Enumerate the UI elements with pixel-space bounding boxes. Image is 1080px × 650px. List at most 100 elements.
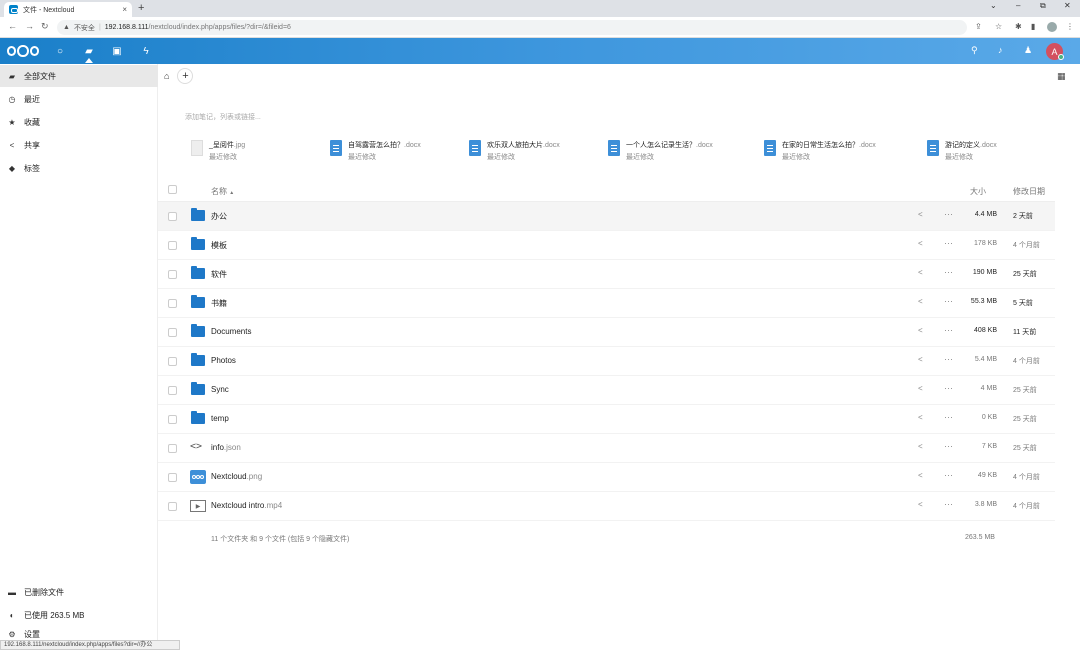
maximize-icon[interactable]: ⧉ bbox=[1040, 1, 1046, 11]
recent-file[interactable]: _呈阅件.jpg 最近修改 bbox=[191, 140, 245, 166]
row-checkbox[interactable] bbox=[168, 270, 177, 279]
share-icon[interactable]: < bbox=[918, 239, 923, 248]
file-name[interactable]: 书籍 bbox=[211, 298, 227, 309]
share-icon[interactable]: < bbox=[918, 355, 923, 364]
row-checkbox[interactable] bbox=[168, 444, 177, 453]
table-row[interactable]: Documents < ··· 408 KB 11 天前 bbox=[158, 318, 1055, 347]
sidebar-item-deleted-files[interactable]: ▬ 已删除文件 bbox=[0, 581, 158, 603]
extensions-puzzle-icon[interactable]: ✱ bbox=[1015, 22, 1022, 31]
file-name[interactable]: info.json bbox=[211, 443, 241, 452]
share-icon[interactable]: < bbox=[918, 326, 923, 335]
new-file-button[interactable]: + bbox=[177, 68, 194, 84]
address-bar[interactable]: ▲ 不安全 | 192.168.8.111/nextcloud/index.ph… bbox=[57, 20, 967, 35]
file-name[interactable]: Photos bbox=[211, 356, 236, 365]
more-actions-icon[interactable]: ··· bbox=[944, 354, 953, 364]
share-icon[interactable]: < bbox=[918, 297, 923, 306]
more-actions-icon[interactable]: ··· bbox=[944, 325, 953, 335]
file-name[interactable]: 模板 bbox=[211, 240, 227, 251]
photos-app-icon[interactable]: ▣ bbox=[110, 44, 124, 58]
row-checkbox[interactable] bbox=[168, 357, 177, 366]
row-checkbox[interactable] bbox=[168, 473, 177, 482]
sidebar-item-recent[interactable]: ◷ 最近 bbox=[0, 88, 158, 110]
select-all-checkbox[interactable] bbox=[168, 185, 177, 194]
file-name[interactable]: Documents bbox=[211, 327, 251, 336]
minimize-icon[interactable]: – bbox=[1016, 1, 1020, 10]
share-icon[interactable]: < bbox=[918, 384, 923, 393]
table-row[interactable]: Nextcloud.png < ··· 49 KB 4 个月前 bbox=[158, 463, 1055, 492]
bookmark-star-icon[interactable]: ☆ bbox=[995, 22, 1002, 31]
more-actions-icon[interactable]: ··· bbox=[944, 209, 953, 219]
new-tab-button[interactable]: + bbox=[138, 2, 144, 14]
dashboard-icon[interactable]: ○ bbox=[53, 44, 67, 58]
table-row[interactable]: 办公 < ··· 4.4 MB 2 天前 bbox=[158, 202, 1055, 231]
file-name[interactable]: 软件 bbox=[211, 269, 227, 280]
more-actions-icon[interactable]: ··· bbox=[944, 412, 953, 422]
share-icon[interactable]: < bbox=[918, 413, 923, 422]
close-window-icon[interactable]: ✕ bbox=[1064, 1, 1071, 10]
file-name[interactable]: temp bbox=[211, 414, 229, 423]
more-actions-icon[interactable]: ··· bbox=[944, 441, 953, 451]
tab-close-button[interactable]: × bbox=[122, 5, 127, 14]
browser-menu-icon[interactable]: ⋮ bbox=[1066, 22, 1074, 31]
share-icon[interactable]: < bbox=[918, 500, 923, 509]
column-modified-header[interactable]: 修改日期 bbox=[1013, 186, 1045, 197]
share-icon[interactable]: < bbox=[918, 471, 923, 480]
sidebar-item-shares[interactable]: < 共享 bbox=[0, 134, 158, 156]
recent-file[interactable]: 游记的定义.docx 最近修改 bbox=[927, 140, 997, 166]
file-name[interactable]: Nextcloud intro.mp4 bbox=[211, 501, 282, 510]
grid-view-icon[interactable]: ▦ bbox=[1057, 71, 1066, 82]
files-app-icon[interactable]: ▰ bbox=[82, 44, 96, 58]
recent-file[interactable]: 自驾露营怎么拍？.docx 最近修改 bbox=[330, 140, 421, 166]
row-checkbox[interactable] bbox=[168, 386, 177, 395]
browser-tab[interactable]: 文件 - Nextcloud × bbox=[4, 2, 132, 17]
search-icon[interactable]: ⚲ bbox=[971, 45, 978, 56]
row-checkbox[interactable] bbox=[168, 415, 177, 424]
sidebar-item-all-files[interactable]: ▰ 全部文件 bbox=[0, 65, 158, 87]
file-name[interactable]: Nextcloud.png bbox=[211, 472, 262, 481]
forward-arrow-icon[interactable]: → bbox=[25, 21, 34, 31]
table-row[interactable]: temp < ··· 0 KB 25 天前 bbox=[158, 405, 1055, 434]
share-icon[interactable]: < bbox=[918, 442, 923, 451]
notifications-bell-icon[interactable]: ♪ bbox=[998, 45, 1003, 55]
more-actions-icon[interactable]: ··· bbox=[944, 238, 953, 248]
row-checkbox[interactable] bbox=[168, 328, 177, 337]
share-page-icon[interactable]: ⇪ bbox=[975, 22, 982, 31]
contacts-icon[interactable]: ♟ bbox=[1024, 45, 1032, 56]
back-arrow-icon[interactable]: ← bbox=[8, 21, 17, 31]
more-actions-icon[interactable]: ··· bbox=[944, 470, 953, 480]
column-name-header[interactable]: 名称 ▲ bbox=[211, 186, 234, 197]
table-row[interactable]: ▶ Nextcloud intro.mp4 < ··· 3.8 MB 4 个月前 bbox=[158, 492, 1055, 521]
row-checkbox[interactable] bbox=[168, 212, 177, 221]
share-icon[interactable]: < bbox=[918, 268, 923, 277]
activity-app-icon[interactable]: ϟ bbox=[139, 44, 153, 58]
column-size-header[interactable]: 大小 bbox=[970, 186, 986, 197]
table-row[interactable]: Sync < ··· 4 MB 25 天前 bbox=[158, 376, 1055, 405]
tab-list-chevron-icon[interactable]: ⌄ bbox=[990, 1, 997, 10]
reload-icon[interactable]: ↻ bbox=[41, 21, 49, 32]
more-actions-icon[interactable]: ··· bbox=[944, 499, 953, 509]
sidebar-item-favorites[interactable]: ★ 收藏 bbox=[0, 111, 158, 133]
more-actions-icon[interactable]: ··· bbox=[944, 383, 953, 393]
recent-file[interactable]: 一个人怎么记录生活？.docx 最近修改 bbox=[608, 140, 713, 166]
recent-file[interactable]: 欢乐双人旅拍大片.docx 最近修改 bbox=[469, 140, 560, 166]
table-row[interactable]: 模板 < ··· 178 KB 4 个月前 bbox=[158, 231, 1055, 260]
folder-note-input[interactable]: 添加笔记，列表或链接... bbox=[185, 112, 261, 122]
table-row[interactable]: 软件 < ··· 190 MB 25 天前 bbox=[158, 260, 1055, 289]
more-actions-icon[interactable]: ··· bbox=[944, 267, 953, 277]
file-name[interactable]: Sync bbox=[211, 385, 229, 394]
table-row[interactable]: 书籍 < ··· 55.3 MB 5 天前 bbox=[158, 289, 1055, 318]
sidebar-item-settings[interactable]: ⚙ 设置 bbox=[0, 627, 158, 641]
row-checkbox[interactable] bbox=[168, 299, 177, 308]
file-name[interactable]: 办公 bbox=[211, 211, 227, 222]
browser-profile-icon[interactable] bbox=[1047, 22, 1057, 32]
recent-file[interactable]: 在家的日常生活怎么拍？.docx 最近修改 bbox=[764, 140, 876, 166]
row-checkbox[interactable] bbox=[168, 241, 177, 250]
table-row[interactable]: <> info.json < ··· 7 KB 25 天前 bbox=[158, 434, 1055, 463]
sidebar-item-tags[interactable]: ◆ 标签 bbox=[0, 157, 158, 179]
home-icon[interactable]: ⌂ bbox=[164, 71, 169, 81]
more-actions-icon[interactable]: ··· bbox=[944, 296, 953, 306]
side-panel-icon[interactable]: ▮ bbox=[1031, 22, 1035, 31]
row-checkbox[interactable] bbox=[168, 502, 177, 511]
table-row[interactable]: Photos < ··· 5.4 MB 4 个月前 bbox=[158, 347, 1055, 376]
share-icon[interactable]: < bbox=[918, 210, 923, 219]
